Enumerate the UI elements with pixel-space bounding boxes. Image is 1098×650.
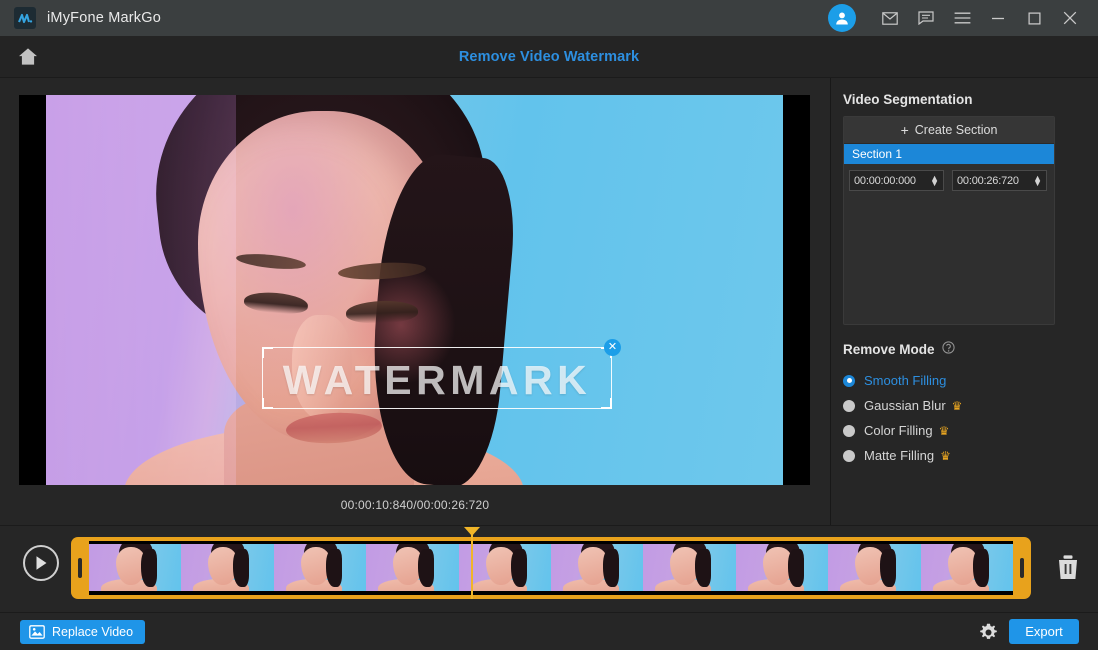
app-window: iMyFone MarkGo bbox=[0, 0, 1098, 650]
stepper-down-icon: ▼ bbox=[930, 181, 939, 186]
crown-icon: ♛ bbox=[939, 424, 950, 438]
option-label: Color Filling bbox=[864, 423, 933, 438]
app-title: iMyFone MarkGo bbox=[47, 10, 161, 26]
section-end-time-input[interactable]: 00:00:26:720 ▲ ▼ bbox=[952, 170, 1047, 191]
video-segmentation-title: Video Segmentation bbox=[843, 92, 1086, 107]
trim-handle-right[interactable] bbox=[1013, 537, 1031, 599]
watermark-text: WATERMARK bbox=[263, 350, 611, 410]
play-icon[interactable] bbox=[23, 545, 59, 581]
replace-video-label: Replace Video bbox=[52, 625, 133, 639]
option-label: Matte Filling bbox=[864, 448, 934, 463]
radio-icon bbox=[843, 400, 855, 412]
timeline-thumbnail[interactable] bbox=[643, 541, 735, 595]
remove-selection-close-icon[interactable]: ✕ bbox=[604, 339, 621, 356]
trash-icon[interactable] bbox=[1055, 553, 1081, 581]
question-help-icon[interactable] bbox=[942, 341, 955, 357]
gear-icon[interactable] bbox=[979, 623, 998, 642]
bottom-bar: Replace Video Export bbox=[0, 613, 1098, 650]
export-button[interactable]: Export bbox=[1009, 619, 1079, 644]
section-row-1[interactable]: Section 1 bbox=[844, 144, 1054, 164]
user-avatar-icon[interactable] bbox=[828, 4, 856, 32]
replace-image-icon bbox=[29, 625, 45, 639]
crown-icon: ♛ bbox=[940, 449, 951, 463]
close-icon[interactable] bbox=[1056, 4, 1084, 32]
maximize-icon[interactable] bbox=[1020, 4, 1048, 32]
timeline-thumbnail[interactable] bbox=[551, 541, 643, 595]
playhead[interactable] bbox=[471, 531, 473, 599]
stepper-down-icon: ▼ bbox=[1033, 181, 1042, 186]
mail-icon[interactable] bbox=[876, 4, 904, 32]
start-time-value: 00:00:00:000 bbox=[854, 175, 930, 187]
radio-icon bbox=[843, 425, 855, 437]
timeline-thumbnail[interactable] bbox=[366, 541, 458, 595]
section-start-time-input[interactable]: 00:00:00:000 ▲ ▼ bbox=[849, 170, 944, 191]
title-bar: iMyFone MarkGo bbox=[0, 0, 1098, 36]
feedback-icon[interactable] bbox=[912, 4, 940, 32]
end-time-value: 00:00:26:720 bbox=[957, 175, 1033, 187]
remove-mode-title: Remove Mode bbox=[843, 341, 1086, 357]
timeline-thumbnail[interactable] bbox=[89, 541, 181, 595]
start-time-stepper[interactable]: ▲ ▼ bbox=[930, 176, 939, 186]
thumbnail-strip[interactable] bbox=[89, 541, 1013, 595]
radio-icon bbox=[843, 450, 855, 462]
resize-handle-top-left[interactable] bbox=[262, 347, 273, 358]
page-header: Remove Video Watermark bbox=[0, 36, 1098, 78]
resize-handle-bottom-right[interactable] bbox=[601, 398, 612, 409]
end-time-stepper[interactable]: ▲ ▼ bbox=[1033, 176, 1042, 186]
menu-icon[interactable] bbox=[948, 4, 976, 32]
timeline-track[interactable] bbox=[71, 537, 1031, 599]
page-title: Remove Video Watermark bbox=[0, 49, 1098, 65]
minimize-icon[interactable] bbox=[984, 4, 1012, 32]
trim-handle-left[interactable] bbox=[71, 537, 89, 599]
titlebar-controls bbox=[828, 4, 1098, 32]
create-section-button[interactable]: + Create Section bbox=[844, 117, 1054, 144]
timeline-bar bbox=[0, 526, 1098, 612]
right-panel: Video Segmentation + Create Section Sect… bbox=[831, 78, 1098, 525]
timeline-thumbnail[interactable] bbox=[736, 541, 828, 595]
time-readout: 00:00:10:840/00:00:26:720 bbox=[0, 498, 830, 512]
timeline-thumbnail[interactable] bbox=[274, 541, 366, 595]
resize-handle-bottom-left[interactable] bbox=[262, 398, 273, 409]
remove-mode-option-color-filling[interactable]: Color Filling ♛ bbox=[843, 418, 1086, 443]
section-time-fields: 00:00:00:000 ▲ ▼ 00:00:26:720 ▲ ▼ bbox=[844, 164, 1054, 191]
create-section-label: Create Section bbox=[915, 123, 998, 137]
plus-icon: + bbox=[901, 123, 909, 137]
remove-mode-option-gaussian-blur[interactable]: Gaussian Blur ♛ bbox=[843, 393, 1086, 418]
watermark-selection-box[interactable]: WATERMARK bbox=[262, 347, 612, 409]
section-name: Section 1 bbox=[852, 147, 902, 161]
preview-stage: WATERMARK ✕ 00:00:10:840/00:00:26:720 bbox=[0, 78, 830, 525]
crown-icon: ♛ bbox=[952, 399, 963, 413]
option-label: Gaussian Blur bbox=[864, 398, 946, 413]
timeline-thumbnail[interactable] bbox=[921, 541, 1013, 595]
remove-mode-options: Smooth Filling Gaussian Blur ♛ Color Fil… bbox=[843, 368, 1086, 468]
timeline-thumbnail[interactable] bbox=[181, 541, 273, 595]
lighting-glow bbox=[46, 95, 236, 485]
radio-icon bbox=[843, 375, 855, 387]
segmentation-box: + Create Section Section 1 00:00:00:000 … bbox=[843, 116, 1055, 325]
export-label: Export bbox=[1025, 624, 1063, 639]
remove-mode-option-smooth-filling[interactable]: Smooth Filling bbox=[843, 368, 1086, 393]
video-frame bbox=[46, 95, 783, 485]
remove-mode-option-matte-filling[interactable]: Matte Filling ♛ bbox=[843, 443, 1086, 468]
video-preview[interactable]: WATERMARK ✕ bbox=[19, 95, 810, 485]
remove-mode-label: Remove Mode bbox=[843, 342, 935, 357]
markgo-logo-icon bbox=[14, 7, 36, 29]
replace-video-button[interactable]: Replace Video bbox=[20, 620, 145, 644]
timeline-thumbnail[interactable] bbox=[828, 541, 920, 595]
option-label: Smooth Filling bbox=[864, 373, 946, 388]
